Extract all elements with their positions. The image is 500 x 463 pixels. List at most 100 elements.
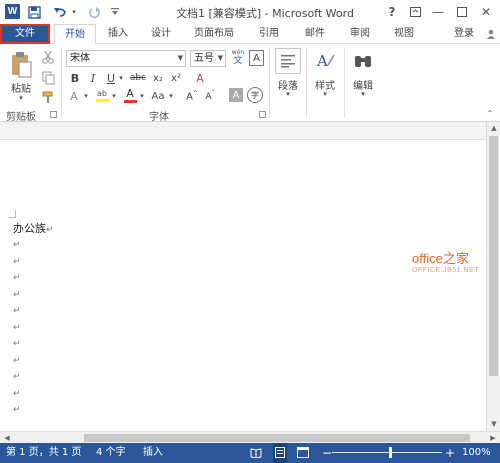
tab-design[interactable]: 设计 (142, 24, 180, 44)
tab-home[interactable]: 开始 (54, 24, 96, 44)
scroll-right-icon[interactable]: ▶ (486, 432, 500, 443)
editing-dropdown-icon[interactable]: ▾ (357, 90, 369, 98)
font-color-icon: A (126, 86, 134, 100)
font-group-label: 字体 (149, 112, 169, 123)
ribbon-display-icon[interactable] (405, 3, 425, 21)
strikethrough-button[interactable]: abc (128, 70, 148, 86)
clipboard-launcher-icon[interactable] (50, 111, 57, 118)
enclose-characters-button[interactable]: 字 (247, 87, 263, 103)
customize-toolbar-icon[interactable] (110, 3, 120, 21)
clear-formatting-icon: A (196, 71, 204, 85)
grow-font-button[interactable]: A^ (185, 88, 199, 104)
tab-references[interactable]: 引用 (250, 24, 288, 44)
minimize-button[interactable]: — (428, 3, 448, 21)
highlight-button[interactable]: ab (94, 86, 110, 104)
character-border-button[interactable]: A (249, 50, 264, 66)
scroll-down-icon[interactable]: ▼ (487, 418, 500, 430)
svg-text:A: A (316, 52, 328, 70)
clear-formatting-button[interactable]: A (192, 70, 208, 86)
paragraph-mark: ↵ (13, 306, 21, 316)
document-text-line[interactable]: 办公族↵ (13, 220, 54, 236)
zoom-level[interactable]: 100% (462, 443, 491, 463)
tab-insert[interactable]: 插入 (100, 24, 136, 44)
text-effects-button[interactable]: A (66, 88, 82, 104)
vertical-scroll-thumb[interactable] (489, 136, 498, 376)
character-shading-button[interactable]: A (229, 88, 243, 102)
format-painter-icon[interactable] (40, 89, 56, 105)
page-count-status[interactable]: 第 1 页，共 1 页 (6, 443, 81, 463)
login-link[interactable]: 登录 (446, 24, 482, 44)
scroll-up-icon[interactable]: ▲ (487, 122, 500, 134)
zoom-out-button[interactable]: − (322, 443, 332, 463)
copy-icon[interactable] (40, 70, 56, 86)
paragraph-mark: ↵ (13, 256, 21, 267)
print-layout-icon[interactable] (273, 443, 287, 463)
horizontal-scrollbar[interactable]: ◀ ▶ (0, 431, 500, 443)
font-color-dropdown-icon[interactable]: ▾ (138, 88, 146, 104)
subscript-button[interactable]: x₂ (150, 70, 166, 86)
tab-mailings[interactable]: 邮件 (296, 24, 334, 44)
shrink-font-button[interactable]: Aˇ (203, 88, 217, 104)
paragraph-mark: ↵ (13, 240, 21, 250)
watermark: office之家 OFFICE.JB51.NET (412, 248, 479, 274)
find-binoculars-icon[interactable] (350, 48, 376, 74)
tab-page-layout[interactable]: 页面布局 (186, 24, 242, 44)
group-divider (344, 48, 345, 118)
tab-view[interactable]: 视图 (385, 24, 423, 44)
superscript-button[interactable]: x² (168, 70, 184, 86)
tab-file[interactable]: 文件 (0, 24, 50, 44)
font-name-select[interactable]: 宋体 ▼ (66, 50, 186, 67)
text-effects-dropdown-icon[interactable]: ▾ (82, 88, 90, 104)
word-app-icon[interactable]: W (5, 4, 20, 19)
change-case-button[interactable]: Aa (148, 88, 168, 104)
zoom-slider-track[interactable] (332, 452, 442, 453)
underline-dropdown-icon[interactable]: ▾ (117, 70, 125, 86)
web-layout-icon[interactable] (297, 443, 311, 463)
insert-mode-status[interactable]: 插入 (143, 443, 163, 463)
group-divider (306, 48, 307, 118)
collapse-ribbon-icon[interactable]: ⌃ (484, 108, 496, 118)
bold-button[interactable]: B (68, 70, 82, 86)
change-case-dropdown-icon[interactable]: ▾ (167, 88, 175, 104)
close-button[interactable]: ✕ (476, 3, 496, 21)
paragraph-icon[interactable] (275, 48, 301, 74)
user-icon[interactable] (484, 24, 498, 44)
paragraph-mark: ↵ (13, 322, 21, 333)
tab-review[interactable]: 审阅 (341, 24, 379, 44)
ruler-area (0, 122, 486, 140)
font-size-select[interactable]: 五号 ▼ (190, 50, 226, 67)
highlight-dropdown-icon[interactable]: ▾ (110, 88, 118, 104)
paragraph-dropdown-icon[interactable]: ▾ (282, 90, 294, 98)
phonetic-guide-button[interactable]: wén 文 (229, 47, 247, 67)
zoom-slider-thumb[interactable] (389, 447, 392, 458)
paste-icon[interactable] (8, 50, 34, 80)
redo-icon[interactable] (86, 3, 102, 21)
undo-icon[interactable] (52, 3, 68, 21)
styles-dropdown-icon[interactable]: ▾ (319, 90, 331, 98)
grow-font-icon: A^ (186, 89, 198, 103)
horizontal-scroll-thumb[interactable] (84, 434, 470, 442)
maximize-icon[interactable] (452, 3, 472, 21)
scroll-left-icon[interactable]: ◀ (0, 432, 14, 443)
zoom-in-button[interactable]: + (445, 443, 455, 463)
watermark-main: office之家 (412, 251, 469, 266)
help-button[interactable]: ? (382, 3, 402, 21)
ribbon: 粘贴 ▾ 剪贴板 宋体 ▼ 五号 ▼ wén 文 A B I U ▾ abc x… (0, 44, 500, 123)
cut-icon[interactable] (40, 49, 56, 65)
vertical-scrollbar[interactable]: ▲ ▼ (486, 122, 500, 431)
underline-button[interactable]: U (104, 70, 118, 86)
chevron-down-icon: ▼ (217, 54, 223, 62)
clipboard-group-label: 剪贴板 (6, 112, 36, 123)
font-color-swatch (123, 99, 137, 103)
font-color-button[interactable]: A (122, 86, 138, 104)
font-launcher-icon[interactable] (259, 111, 266, 118)
paste-dropdown-icon[interactable]: ▾ (11, 93, 31, 103)
italic-button[interactable]: I (86, 70, 100, 86)
read-mode-icon[interactable] (250, 443, 264, 463)
save-icon[interactable] (26, 3, 42, 21)
word-count-status[interactable]: 4 个字 (96, 443, 126, 463)
highlight-color-swatch (95, 98, 109, 102)
styles-icon[interactable]: A (312, 48, 338, 74)
document-page[interactable]: 办公族↵ ↵ ↵ ↵ ↵ ↵ ↵ ↵ ↵ ↵ ↵ ↵ (0, 140, 486, 431)
undo-dropdown-icon[interactable]: ▾ (69, 3, 79, 21)
